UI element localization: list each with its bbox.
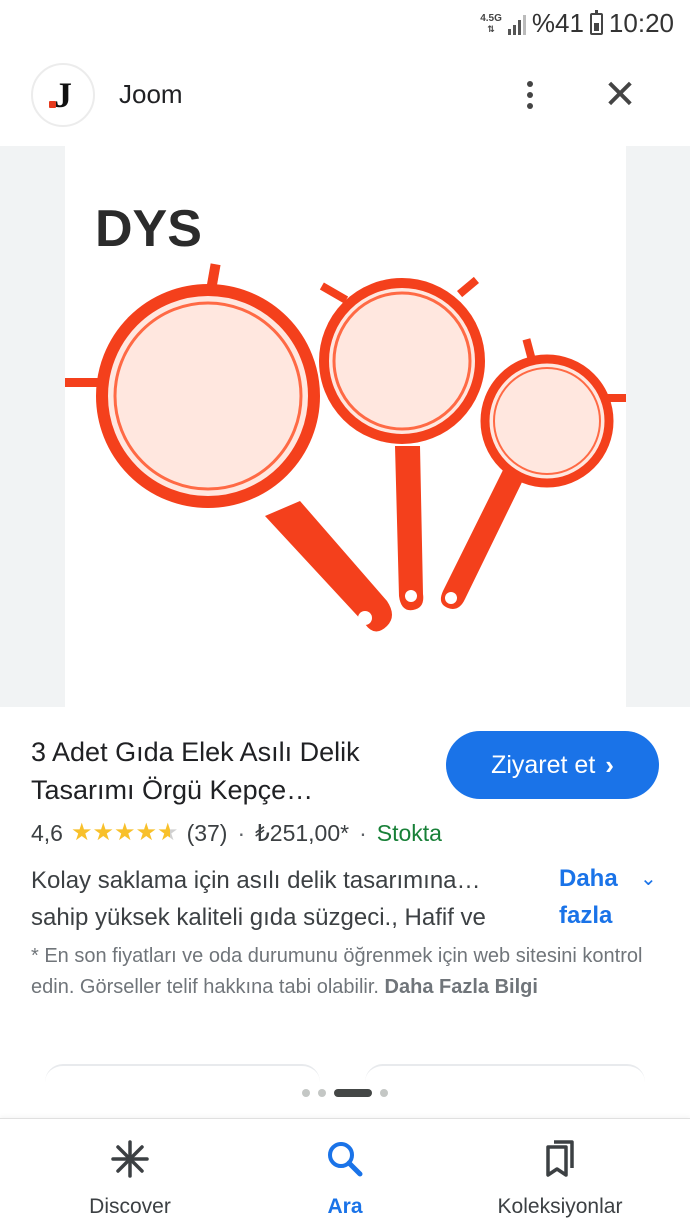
- app-header: J Joom ✕: [0, 63, 690, 129]
- star-icon: ★: [70, 819, 93, 846]
- half-star-icon: ★: [157, 819, 179, 846]
- product-title[interactable]: 3 Adet Gıda Elek Asılı Delik Tasarımı Ör…: [31, 733, 431, 809]
- carousel-dot[interactable]: [302, 1089, 310, 1097]
- carousel-card[interactable]: [45, 1064, 320, 1084]
- more-button[interactable]: Daha fazla: [559, 860, 629, 934]
- carousel-dot[interactable]: [380, 1089, 388, 1097]
- carousel-card[interactable]: [365, 1064, 645, 1084]
- rating-row: 4,6 ★ ★ ★ ★ ★ (37) · ₺251,00* · Stokta: [31, 817, 442, 849]
- separator: ·: [237, 819, 246, 846]
- battery-icon: [589, 9, 603, 35]
- product-image[interactable]: DYS: [65, 146, 626, 707]
- collections-icon: [540, 1137, 580, 1181]
- asterisk-icon: [110, 1137, 150, 1181]
- search-icon: [325, 1137, 365, 1181]
- app-name: Joom: [119, 79, 183, 109]
- chevron-down-icon[interactable]: ⌄: [640, 866, 657, 891]
- nav-collections[interactable]: Koleksiyonlar: [460, 1137, 660, 1219]
- brand-logo-text: DYS: [95, 200, 202, 258]
- nav-search-label: Ara: [327, 1195, 363, 1218]
- bottom-navigation: Discover Ara Koleksiyonlar: [0, 1118, 690, 1227]
- nav-discover[interactable]: Discover: [30, 1137, 230, 1219]
- joom-logo-icon: J: [49, 75, 72, 115]
- close-icon[interactable]: ✕: [598, 75, 642, 119]
- signal-strength-icon: [507, 13, 526, 35]
- rating-stars: ★ ★ ★ ★ ★: [71, 821, 179, 845]
- review-count[interactable]: (37): [187, 820, 228, 847]
- carousel-dots: [0, 1089, 690, 1097]
- star-icon: ★: [92, 819, 115, 846]
- status-indicators: 4.5G ⇅ %41 10:20: [480, 8, 674, 39]
- star-icon: ★: [135, 819, 158, 846]
- disclaimer: * En son fiyatları ve oda durumunu öğren…: [31, 941, 661, 1003]
- rating-value: 4,6: [31, 819, 63, 846]
- nav-collections-label: Koleksiyonlar: [497, 1195, 623, 1218]
- star-icon: ★: [114, 819, 136, 846]
- separator: ·: [359, 819, 367, 846]
- chevron-right-icon: ›: [605, 749, 614, 780]
- data-arrows-icon: ⇅: [487, 23, 495, 34]
- price: ₺251,00*: [255, 819, 350, 846]
- carousel-dot[interactable]: [318, 1089, 326, 1097]
- stock-status: Stokta: [376, 819, 442, 846]
- network-type-label: 4.5G: [480, 12, 502, 24]
- clock: 10:20: [608, 8, 674, 38]
- disclaimer-text: * En son fiyatları ve oda durumunu öğren…: [31, 945, 643, 998]
- learn-more-link[interactable]: Daha Fazla Bilgi: [385, 976, 538, 998]
- strainers-illustration: DYS: [65, 200, 626, 632]
- nav-search[interactable]: Ara: [245, 1137, 445, 1219]
- network-type-indicator: 4.5G ⇅: [480, 12, 502, 34]
- carousel-dot-active[interactable]: [334, 1089, 372, 1097]
- app-logo[interactable]: J: [31, 63, 95, 127]
- dys-brand-logo: DYS: [95, 200, 202, 258]
- status-bar: 4.5G ⇅ %41 10:20: [0, 0, 690, 48]
- nav-discover-label: Discover: [89, 1195, 171, 1218]
- visit-button-label: Ziyaret et: [491, 750, 596, 779]
- visit-button[interactable]: Ziyaret et ›: [446, 731, 659, 799]
- product-description: Kolay saklama için asılı delik tasarımın…: [31, 867, 486, 931]
- more-vert-icon[interactable]: [510, 75, 550, 115]
- product-image-area[interactable]: DYS: [0, 146, 690, 707]
- battery-percent: %41: [531, 8, 584, 38]
